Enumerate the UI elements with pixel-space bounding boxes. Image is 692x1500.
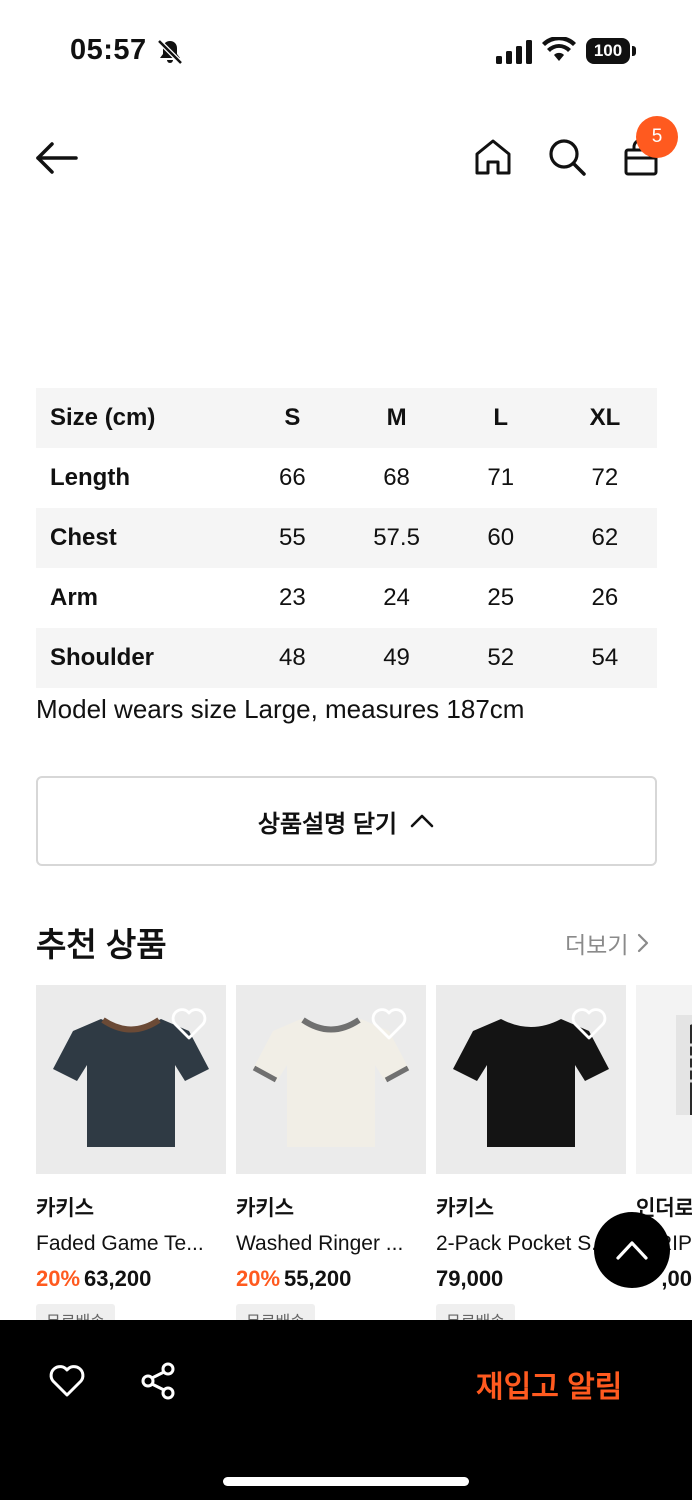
product-brand: 카키스 [36,1197,94,1220]
size-cell: 24 [383,584,410,611]
size-row-label: Shoulder [50,644,155,671]
top-nav [0,110,692,206]
size-cell: 52 [487,644,515,671]
chevron-up-icon [410,814,434,828]
size-cell: 48 [279,644,306,671]
product-card[interactable]: 카키스 Washed Ringer ... 20%55,200 무료배송 [236,985,426,1336]
bell-off-icon [157,39,183,65]
product-price: 79,000 [436,1266,626,1292]
product-price: 20% 63,200 [36,1266,226,1292]
status-time: 05:57 [70,34,147,66]
size-table-row: Shoulder 48 49 52 54 [36,628,657,688]
size-header-cell: L [493,404,509,431]
status-bar: 05:57 100 [0,0,692,100]
see-more-label: 더보기 [565,932,629,958]
heart-icon[interactable] [370,1005,408,1041]
battery-icon: 100 [586,38,636,64]
heart-icon[interactable] [570,1005,608,1041]
scroll-to-top-button[interactable] [594,1212,670,1288]
size-cell: 72 [591,464,619,491]
close-description-label: 상품설명 닫기 [257,810,398,838]
home-indicator [223,1477,469,1486]
product-detail-page: 05:57 100 5 Size (cm) S M L XL Length 66… [0,0,692,1500]
home-icon[interactable] [472,136,514,178]
product-image [236,985,426,1174]
size-table: Size (cm) S M L XL Length 66 68 71 72 Ch… [36,388,657,688]
size-cell: 26 [591,584,619,611]
recommended-section-title: 추천 상품 [36,926,167,963]
restock-alert-button[interactable]: 재입고 알림 [476,1362,622,1406]
size-cell: 49 [383,644,410,671]
product-image [436,985,626,1174]
model-size-note: Model wears size Large, measures 187cm [36,694,525,724]
size-row-label: Chest [50,524,117,551]
size-cell: 54 [591,644,619,671]
wifi-icon [542,37,576,61]
striped-tshirt-image [676,1015,692,1115]
size-table-row: Chest 55 57.5 60 62 [36,508,657,568]
product-image [36,985,226,1174]
size-header-cell: M [386,404,407,431]
size-table-row: Length 66 68 71 72 [36,448,657,508]
size-cell: 57.5 [373,524,420,551]
product-price-value: ,00 [661,1266,692,1291]
see-more-link[interactable]: 더보기 [565,926,650,960]
bottom-action-bar: 재입고 알림 [0,1320,692,1500]
back-arrow-icon[interactable] [32,138,80,178]
size-header-label: Size (cm) [50,404,156,431]
product-price: 20% 55,200 [236,1266,426,1292]
chevron-up-icon [616,1241,648,1260]
size-cell: 55 [279,524,306,551]
product-discount: 20% [36,1266,81,1291]
size-row-label: Length [50,464,130,491]
size-header-cell: S [284,404,301,431]
share-icon[interactable] [140,1362,176,1400]
size-cell: 25 [487,584,515,611]
close-description-button[interactable]: 상품설명 닫기 [36,776,657,866]
product-name: Faded Game Te... [36,1232,204,1255]
cart-count-badge: 5 [636,116,678,158]
size-cell: 23 [279,584,306,611]
chevron-right-icon [638,933,649,953]
search-icon[interactable] [546,136,588,178]
size-cell: 60 [487,524,515,551]
product-brand: 카키스 [236,1197,294,1220]
size-cell: 66 [279,464,306,491]
size-table-header: Size (cm) S M L XL [36,388,657,448]
size-table-row: Arm 23 24 25 26 [36,568,657,628]
size-cell: 68 [383,464,410,491]
size-cell: 71 [487,464,515,491]
product-image [636,985,692,1174]
product-discount: 20% [236,1266,281,1291]
product-brand: 카키스 [436,1197,494,1220]
heart-icon[interactable] [48,1364,86,1398]
signal-icon [496,40,532,64]
battery-tip [632,46,636,56]
size-row-label: Arm [50,584,99,611]
size-header-cell: XL [589,404,621,431]
battery-level: 100 [586,38,630,64]
product-price-value: 63,200 [84,1266,152,1291]
product-card[interactable]: 카키스 Faded Game Te... 20%63,200 무료배송 [36,985,226,1336]
product-price-value: 55,200 [284,1266,352,1291]
size-cell: 62 [591,524,619,551]
heart-icon[interactable] [170,1005,208,1041]
product-card[interactable]: 카키스 2-Pack Pocket S... 79,000 무료배송 [436,985,626,1336]
product-price-value: 79,000 [436,1266,504,1291]
product-name: Washed Ringer ... [236,1232,404,1255]
